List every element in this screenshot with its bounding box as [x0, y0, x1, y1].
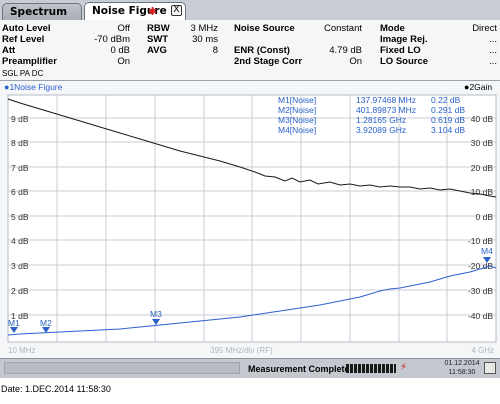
lo-source-label: LO Source: [380, 56, 429, 67]
marker-row-freq: 137.97468 MHz: [356, 95, 416, 105]
avg-value: 8: [212, 45, 218, 56]
marker-row-freq: 1.28165 GHz: [356, 115, 406, 125]
status-bar: Measurement Complete ⚡ 01.12.2014 11:58:…: [0, 358, 500, 378]
marker-row-value: 0.619 dB: [431, 115, 465, 125]
status-message-area: [4, 362, 240, 374]
left-axis-label: 2 dB: [11, 286, 29, 296]
att-value: 0 dB: [110, 45, 130, 56]
mode-value: Direct: [472, 23, 497, 34]
sweep-status-icon: ✱: [147, 5, 158, 18]
auto-level-value: Off: [117, 23, 131, 34]
right-axis-label: 40 dB: [471, 114, 494, 124]
avg-label: AVG: [147, 45, 167, 56]
left-axis-label: 7 dB: [11, 163, 29, 173]
x-axis-stop: 4 GHz: [471, 346, 494, 355]
screenshot-footer: Date: 1.DEC.2014 11:58:30: [1, 384, 111, 394]
tab-spectrum[interactable]: Spectrum: [2, 3, 82, 20]
marker-row-name: M3[Noise]: [278, 115, 316, 125]
left-axis-label: 4 dB: [11, 236, 29, 246]
right-axis-label: -40 dB: [468, 311, 493, 321]
marker-2-flag: M2: [40, 318, 52, 328]
lo-source-value: ...: [489, 56, 497, 67]
marker-row-value: 3.104 dB: [431, 125, 465, 135]
marker-4-flag: M4: [481, 246, 493, 256]
status-date: 01.12.2014: [444, 360, 480, 367]
ref-level-label: Ref Level: [2, 34, 45, 45]
right-axis-label: 20 dB: [471, 163, 494, 173]
swt-value: 30 ms: [192, 34, 218, 45]
preamplifier-value: On: [117, 56, 130, 67]
marker-row-freq: 3.92089 GHz: [356, 125, 406, 135]
swt-label: SWT: [147, 34, 169, 45]
marker-row-freq: 401.89873 MHz: [356, 105, 416, 115]
left-axis-label: 8 dB: [11, 138, 29, 148]
noise-source-value: Constant: [323, 23, 362, 34]
second-stage-label: 2nd Stage Corr: [234, 56, 303, 67]
image-rej-label: Image Rej.: [380, 34, 428, 45]
marker-row-value: 0.22 dB: [431, 95, 461, 105]
fixed-lo-value: ...: [489, 45, 497, 56]
right-axis-label: -30 dB: [468, 286, 493, 296]
status-indicator-box[interactable]: [484, 362, 496, 374]
marker-row-name: M1[Noise]: [278, 95, 316, 105]
status-flags: SGL PA DC: [2, 69, 44, 78]
left-axis-labels: 9 dB 8 dB 7 dB 6 dB 5 dB 4 dB 3 dB 2 dB …: [11, 114, 29, 321]
progress-bar: [346, 364, 396, 373]
preamplifier-label: Preamplifier: [2, 56, 57, 67]
fixed-lo-label: Fixed LO: [380, 45, 421, 56]
x-axis-div: 395 MHz/div (RF): [210, 346, 273, 355]
mode-label: Mode: [380, 23, 405, 34]
ref-level-value: -70 dBm: [94, 34, 130, 45]
marker-table: M1[Noise] 137.97468 MHz 0.22 dB M2[Noise…: [278, 95, 465, 135]
measurement-status: Measurement Complete: [248, 364, 350, 374]
close-icon[interactable]: X: [171, 5, 182, 16]
status-time: 11:58:30: [448, 369, 476, 376]
right-axis-label: 30 dB: [471, 138, 494, 148]
rbw-label: RBW: [147, 23, 170, 34]
noise-source-label: Noise Source: [234, 23, 295, 34]
settings-panel: Auto Level Off Ref Level -70 dBm Att 0 d…: [0, 20, 500, 80]
x-axis-start: 10 MHz: [8, 346, 36, 355]
right-axis-label: 0 dB: [476, 212, 494, 222]
image-rej-value: ...: [489, 34, 497, 45]
marker-row-name: M2[Noise]: [278, 105, 316, 115]
rbw-value: 3 MHz: [190, 23, 218, 34]
marker-3-flag: M3: [150, 309, 162, 319]
enr-label: ENR (Const): [234, 45, 290, 56]
auto-level-label: Auto Level: [2, 23, 51, 34]
tab-bar: Spectrum Noise Figure ✱ X: [0, 0, 500, 20]
left-axis-label: 9 dB: [11, 114, 29, 124]
left-axis-label: 3 dB: [11, 261, 29, 271]
marker-row-name: M4[Noise]: [278, 125, 316, 135]
att-label: Att: [2, 45, 16, 56]
left-axis-label: 5 dB: [11, 212, 29, 222]
left-axis-label: 6 dB: [11, 187, 29, 197]
marker-row-value: 0.291 dB: [431, 105, 465, 115]
instrument-screen: Spectrum Noise Figure ✱ X Auto Level Off…: [0, 0, 500, 378]
marker-1-flag: M1: [8, 318, 20, 328]
right-axis-label: -10 dB: [468, 236, 493, 246]
diagram-plot[interactable]: 9 dB 8 dB 7 dB 6 dB 5 dB 4 dB 3 dB 2 dB …: [0, 80, 500, 358]
enr-value: 4.79 dB: [329, 45, 362, 56]
second-stage-value: On: [349, 56, 362, 67]
status-datetime: 01.12.2014 11:58:30: [442, 359, 482, 377]
lxi-icon: ⚡: [400, 362, 408, 373]
